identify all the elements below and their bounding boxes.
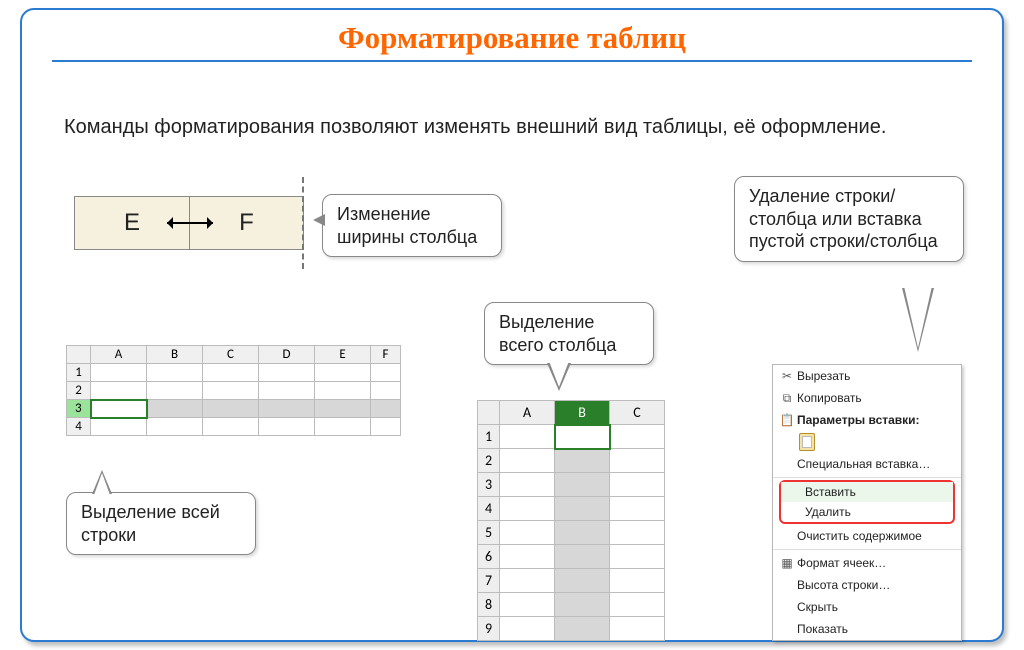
col-head-A: A: [91, 346, 147, 364]
menu-delete[interactable]: Удалить: [781, 502, 953, 522]
menu-show[interactable]: Показать: [773, 618, 961, 640]
insert-delete-highlight: Вставить Удалить: [779, 480, 955, 524]
copy-icon: ⧉: [777, 391, 797, 406]
col-head-C: C: [203, 346, 259, 364]
menu-insert[interactable]: Вставить: [781, 482, 953, 502]
row-head-3: 3: [67, 400, 91, 418]
r2-2: 2: [478, 449, 500, 473]
menu-paste-options: 📋 Параметры вставки:: [773, 409, 961, 431]
menu-hide[interactable]: Скрыть: [773, 596, 961, 618]
col-head-D: D: [259, 346, 315, 364]
callout-column-width: Изменение ширины столбца: [322, 194, 502, 257]
resize-guide-line: [302, 177, 304, 269]
menu-separator-2: [773, 549, 961, 550]
col2-head-A: A: [500, 401, 555, 425]
menu-copy[interactable]: ⧉ Копировать: [773, 387, 961, 409]
col-head-E: E: [315, 346, 371, 364]
callout-select-row: Выделение всей строки: [66, 492, 256, 555]
menu-clear[interactable]: Очистить содержимое: [773, 525, 961, 547]
context-menu: ✂ Вырезать ⧉ Копировать 📋 Параметры вста…: [772, 364, 962, 641]
menu-format-cells[interactable]: ▦ Формат ячеек…: [773, 552, 961, 574]
title-underline: [52, 60, 972, 62]
clipboard-icon: 📋: [777, 413, 797, 427]
row-head-1: 1: [67, 364, 91, 382]
callout-tail-ctx-fill: [904, 286, 932, 348]
r2-7: 7: [478, 569, 500, 593]
scissors-icon: ✂: [777, 369, 797, 383]
col2-head-C: C: [610, 401, 665, 425]
column-selection-grid: A B C 1 2 3 4 5 6 7 8 9: [477, 400, 665, 641]
format-icon: ▦: [777, 556, 797, 570]
paste-icon: [799, 433, 815, 451]
menu-paste-special[interactable]: Специальная вставка…: [773, 453, 961, 475]
row-head-4: 4: [67, 418, 91, 436]
col-head-F: F: [371, 346, 401, 364]
menu-paste-default[interactable]: [773, 431, 961, 453]
row-head-2: 2: [67, 382, 91, 400]
col2-head-B: B: [555, 401, 610, 425]
row-selection-grid: A B C D E F 1 2 3 4: [66, 345, 401, 436]
resize-arrow-icon: [167, 222, 213, 224]
callout-tail-width: [313, 214, 325, 226]
callout-tail-row-fill: [94, 473, 110, 495]
r2-9: 9: [478, 617, 500, 641]
r2-3: 3: [478, 473, 500, 497]
slide-frame: Форматирование таблиц Команды форматиров…: [20, 8, 1004, 642]
intro-text: Команды форматирования позволяют изменят…: [64, 114, 960, 141]
r2-4: 4: [478, 497, 500, 521]
r2-1: 1: [478, 425, 500, 449]
corner-cell: [67, 346, 91, 364]
corner-cell-2: [478, 401, 500, 425]
col-head-B: B: [147, 346, 203, 364]
callout-select-col: Выделение всего столбца: [484, 302, 654, 365]
column-width-illustration: E F: [74, 196, 304, 250]
r2-6: 6: [478, 545, 500, 569]
menu-row-height[interactable]: Высота строки…: [773, 574, 961, 596]
menu-cut[interactable]: ✂ Вырезать: [773, 365, 961, 387]
page-title: Форматирование таблиц: [22, 20, 1002, 56]
r2-8: 8: [478, 593, 500, 617]
r2-5: 5: [478, 521, 500, 545]
callout-context-menu: Удаление строки/столбца или вставка пуст…: [734, 176, 964, 262]
callout-tail-col-fill: [549, 361, 569, 387]
menu-separator: [773, 477, 961, 478]
